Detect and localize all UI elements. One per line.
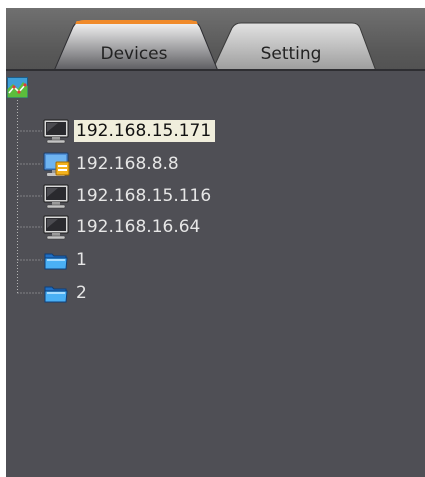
tab-bar: Devices Setting — [6, 8, 425, 71]
monitor-icon — [42, 214, 70, 240]
tree-item-label: 192.168.8.8 — [76, 154, 179, 174]
tree-item-device[interactable]: 192.168.16.64 — [42, 213, 204, 241]
tree-item-label: 192.168.16.64 — [76, 217, 201, 237]
folder-icon — [42, 247, 70, 273]
tree-item-label: 192.168.15.116 — [76, 186, 212, 206]
tree-item-label: 2 — [76, 283, 87, 303]
tab-setting[interactable]: Setting — [250, 44, 332, 64]
tab-devices[interactable]: Devices — [92, 44, 176, 64]
tree-item-label: 1 — [76, 250, 87, 270]
monitor-alert-icon — [42, 151, 70, 177]
folder-icon — [42, 280, 70, 306]
tab-shapes — [53, 20, 377, 71]
network-map-icon[interactable] — [7, 77, 28, 98]
monitor-icon — [42, 118, 70, 144]
tree-item-device[interactable]: 192.168.15.116 — [42, 182, 215, 210]
tree-item-device[interactable]: 192.168.15.171 — [42, 117, 216, 145]
tree-item-group[interactable]: 2 — [42, 279, 91, 307]
tree-item-label: 192.168.15.171 — [74, 120, 216, 142]
monitor-icon — [42, 183, 70, 209]
tree-item-device[interactable]: 192.168.8.8 — [42, 150, 183, 178]
device-panel: Devices Setting 192.168.15.171 192.168.8… — [6, 8, 425, 477]
tree-item-group[interactable]: 1 — [42, 246, 91, 274]
device-tree: 192.168.15.171 192.168.8.8 192.168.15.11… — [6, 71, 425, 477]
